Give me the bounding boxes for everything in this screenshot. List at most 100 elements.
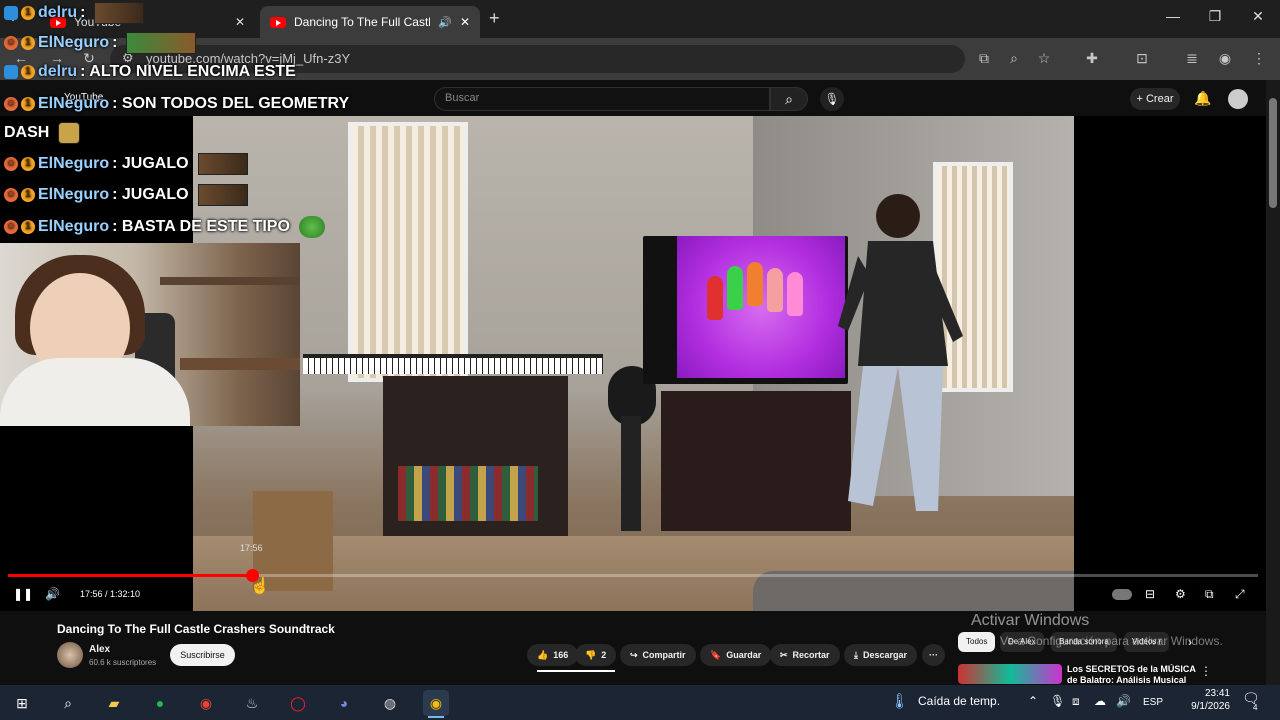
sub-badge-icon: 1 — [21, 220, 35, 234]
obs-icon[interactable]: ◍ — [377, 690, 403, 716]
share-button[interactable]: ↪ Compartir — [620, 644, 696, 666]
minimize-icon[interactable]: — — [1163, 8, 1183, 24]
language-indicator[interactable]: ESP — [1143, 697, 1163, 708]
recommendation-thumbnail[interactable] — [958, 664, 1062, 684]
dislike-button[interactable]: 👎 2 — [575, 644, 617, 666]
account-avatar[interactable] — [1228, 89, 1248, 109]
taskbar-clock[interactable]: 23:41 9/1/2026 — [1180, 687, 1230, 713]
extensions-icon[interactable]: ✚ — [1083, 50, 1101, 67]
autoplay-toggle-icon[interactable] — [1112, 589, 1132, 600]
save-button[interactable]: 🔖 Guardar — [700, 644, 772, 666]
like-underline — [537, 670, 615, 672]
steam-icon[interactable]: ♨ — [239, 690, 265, 716]
search-icon[interactable]: ⌕ — [770, 87, 808, 111]
pause-icon[interactable]: ❚❚ — [13, 587, 33, 601]
active-app-indicator — [428, 716, 444, 718]
emote-icon — [94, 2, 145, 24]
zoom-icon[interactable]: ⌕ — [1005, 50, 1023, 67]
rug — [753, 571, 1074, 611]
spotify-icon[interactable]: ● — [147, 690, 173, 716]
stream-chat-overlay: 1 delru : ☺ 1 ElNeguro : 1 delru : ALTO … — [0, 0, 380, 240]
desk — [180, 358, 300, 370]
download-button[interactable]: ⤓ Descargar — [844, 644, 918, 666]
install-app-icon[interactable]: ⧉ — [975, 50, 993, 67]
chat-message: ☺ 1 ElNeguro : JUGALO — [4, 184, 248, 206]
chat-username: ElNeguro — [38, 186, 110, 203]
cast-icon[interactable]: ⊡ — [1133, 50, 1151, 67]
mod-badge-icon: ☺ — [4, 157, 18, 171]
search-icon[interactable]: ⌕ — [55, 690, 81, 716]
tab-close-icon[interactable]: ✕ — [460, 15, 470, 29]
mod-badge-icon: ☺ — [4, 188, 18, 202]
mod-badge-icon: ☺ — [4, 36, 18, 50]
opera-icon[interactable]: ◯ — [285, 690, 311, 716]
chrome-active-icon[interactable]: ◉ — [423, 690, 449, 716]
recommendation-menu-icon[interactable]: ⋮ — [1200, 664, 1212, 678]
weather-icon[interactable]: 🌡 — [890, 692, 909, 710]
volume-icon[interactable]: 🔊 — [45, 587, 60, 601]
channel-name[interactable]: Alex — [89, 644, 110, 655]
cloud-icon[interactable]: ☁ — [1094, 694, 1106, 708]
tray-overflow-icon[interactable]: ⌃ — [1028, 694, 1038, 708]
recommendation-title[interactable]: Los SECRETOS de la MÚSICA de Balatro: An… — [1067, 664, 1197, 684]
chat-message: 1 delru : — [4, 2, 145, 24]
create-button[interactable]: + Crear — [1130, 88, 1180, 110]
search-input[interactable]: Buscar — [434, 87, 770, 111]
maximize-icon[interactable]: ❐ — [1205, 8, 1225, 25]
chat-username: delru — [38, 63, 78, 80]
windows-taskbar — [0, 685, 1280, 720]
chat-username: ElNeguro — [38, 95, 110, 112]
fullscreen-icon[interactable]: ⤢ — [1235, 587, 1245, 602]
scrollbar-thumb[interactable] — [1269, 98, 1277, 208]
speaker-stand — [621, 416, 641, 531]
clock-date: 9/1/2026 — [1191, 701, 1230, 712]
game-character — [727, 266, 743, 310]
browser-menu-icon[interactable]: ⋮ — [1250, 50, 1268, 67]
notifications-bell-icon[interactable]: 🔔 — [1194, 90, 1211, 107]
volume-tray-icon[interactable]: 🔊 — [1116, 694, 1131, 708]
chrome-icon[interactable]: ◉ — [193, 690, 219, 716]
emote-icon — [126, 32, 197, 54]
chat-message: ☺ 1 ElNeguro : JUGALO — [4, 153, 248, 175]
settings-gear-icon[interactable]: ⚙ — [1175, 587, 1186, 601]
emote-icon — [58, 122, 81, 144]
weather-text[interactable]: Caída de temp. — [918, 694, 1000, 708]
new-tab-button[interactable]: + — [489, 8, 500, 29]
microphone-icon[interactable]: 🎙 — [820, 87, 844, 111]
media-controls-icon[interactable]: ≣ — [1183, 50, 1201, 67]
discord-icon[interactable]: ◕ — [331, 690, 357, 716]
video-title: Dancing To The Full Castle Crashers Soun… — [57, 622, 335, 636]
clip-label: Recortar — [792, 650, 830, 660]
game-character — [767, 268, 783, 312]
window-close-icon[interactable]: ✕ — [1248, 8, 1268, 25]
create-label: Crear — [1145, 93, 1174, 105]
more-actions-button[interactable]: ··· — [922, 644, 945, 666]
keyboard-piano — [303, 354, 603, 374]
channel-avatar[interactable] — [57, 642, 83, 668]
subscribe-button[interactable]: Suscribirse — [170, 644, 235, 666]
emote-icon — [197, 184, 248, 206]
miniplayer-icon[interactable]: ⧉ — [1205, 587, 1214, 602]
chat-message: 1 delru : ALTO NIVEL ENCIMA ESTE — [4, 63, 296, 81]
more-icon: ··· — [929, 650, 938, 660]
windows-start-icon[interactable]: ⊞ — [9, 690, 35, 716]
chat-username: ElNeguro — [38, 218, 110, 235]
subtitles-icon[interactable]: ⊟ — [1145, 587, 1155, 601]
chip-all[interactable]: Todos — [958, 632, 996, 652]
tv-console — [661, 391, 851, 531]
speaker-icon[interactable]: 🔊 — [438, 16, 452, 29]
microphone-tray-icon[interactable]: 🎙 — [1050, 694, 1065, 708]
sub-badge-icon: 1 — [21, 65, 35, 79]
file-explorer-icon[interactable]: ▰ — [101, 690, 127, 716]
clip-button[interactable]: ✂ Recortar — [770, 644, 840, 666]
mouse-cursor-icon: ☝ — [250, 578, 270, 595]
thumbs-down-icon: 👎 — [585, 649, 597, 660]
game-character — [787, 272, 803, 316]
like-button[interactable]: 👍 166 — [527, 644, 579, 666]
profile-avatar-icon[interactable]: ◉ — [1216, 50, 1234, 67]
notification-count: 4 — [1253, 703, 1258, 712]
download-icon: ⤓ — [854, 649, 858, 660]
bookmark-star-icon[interactable]: ☆ — [1035, 50, 1053, 67]
verified-badge-icon — [4, 6, 18, 20]
network-icon[interactable]: ⧈ — [1072, 694, 1080, 709]
